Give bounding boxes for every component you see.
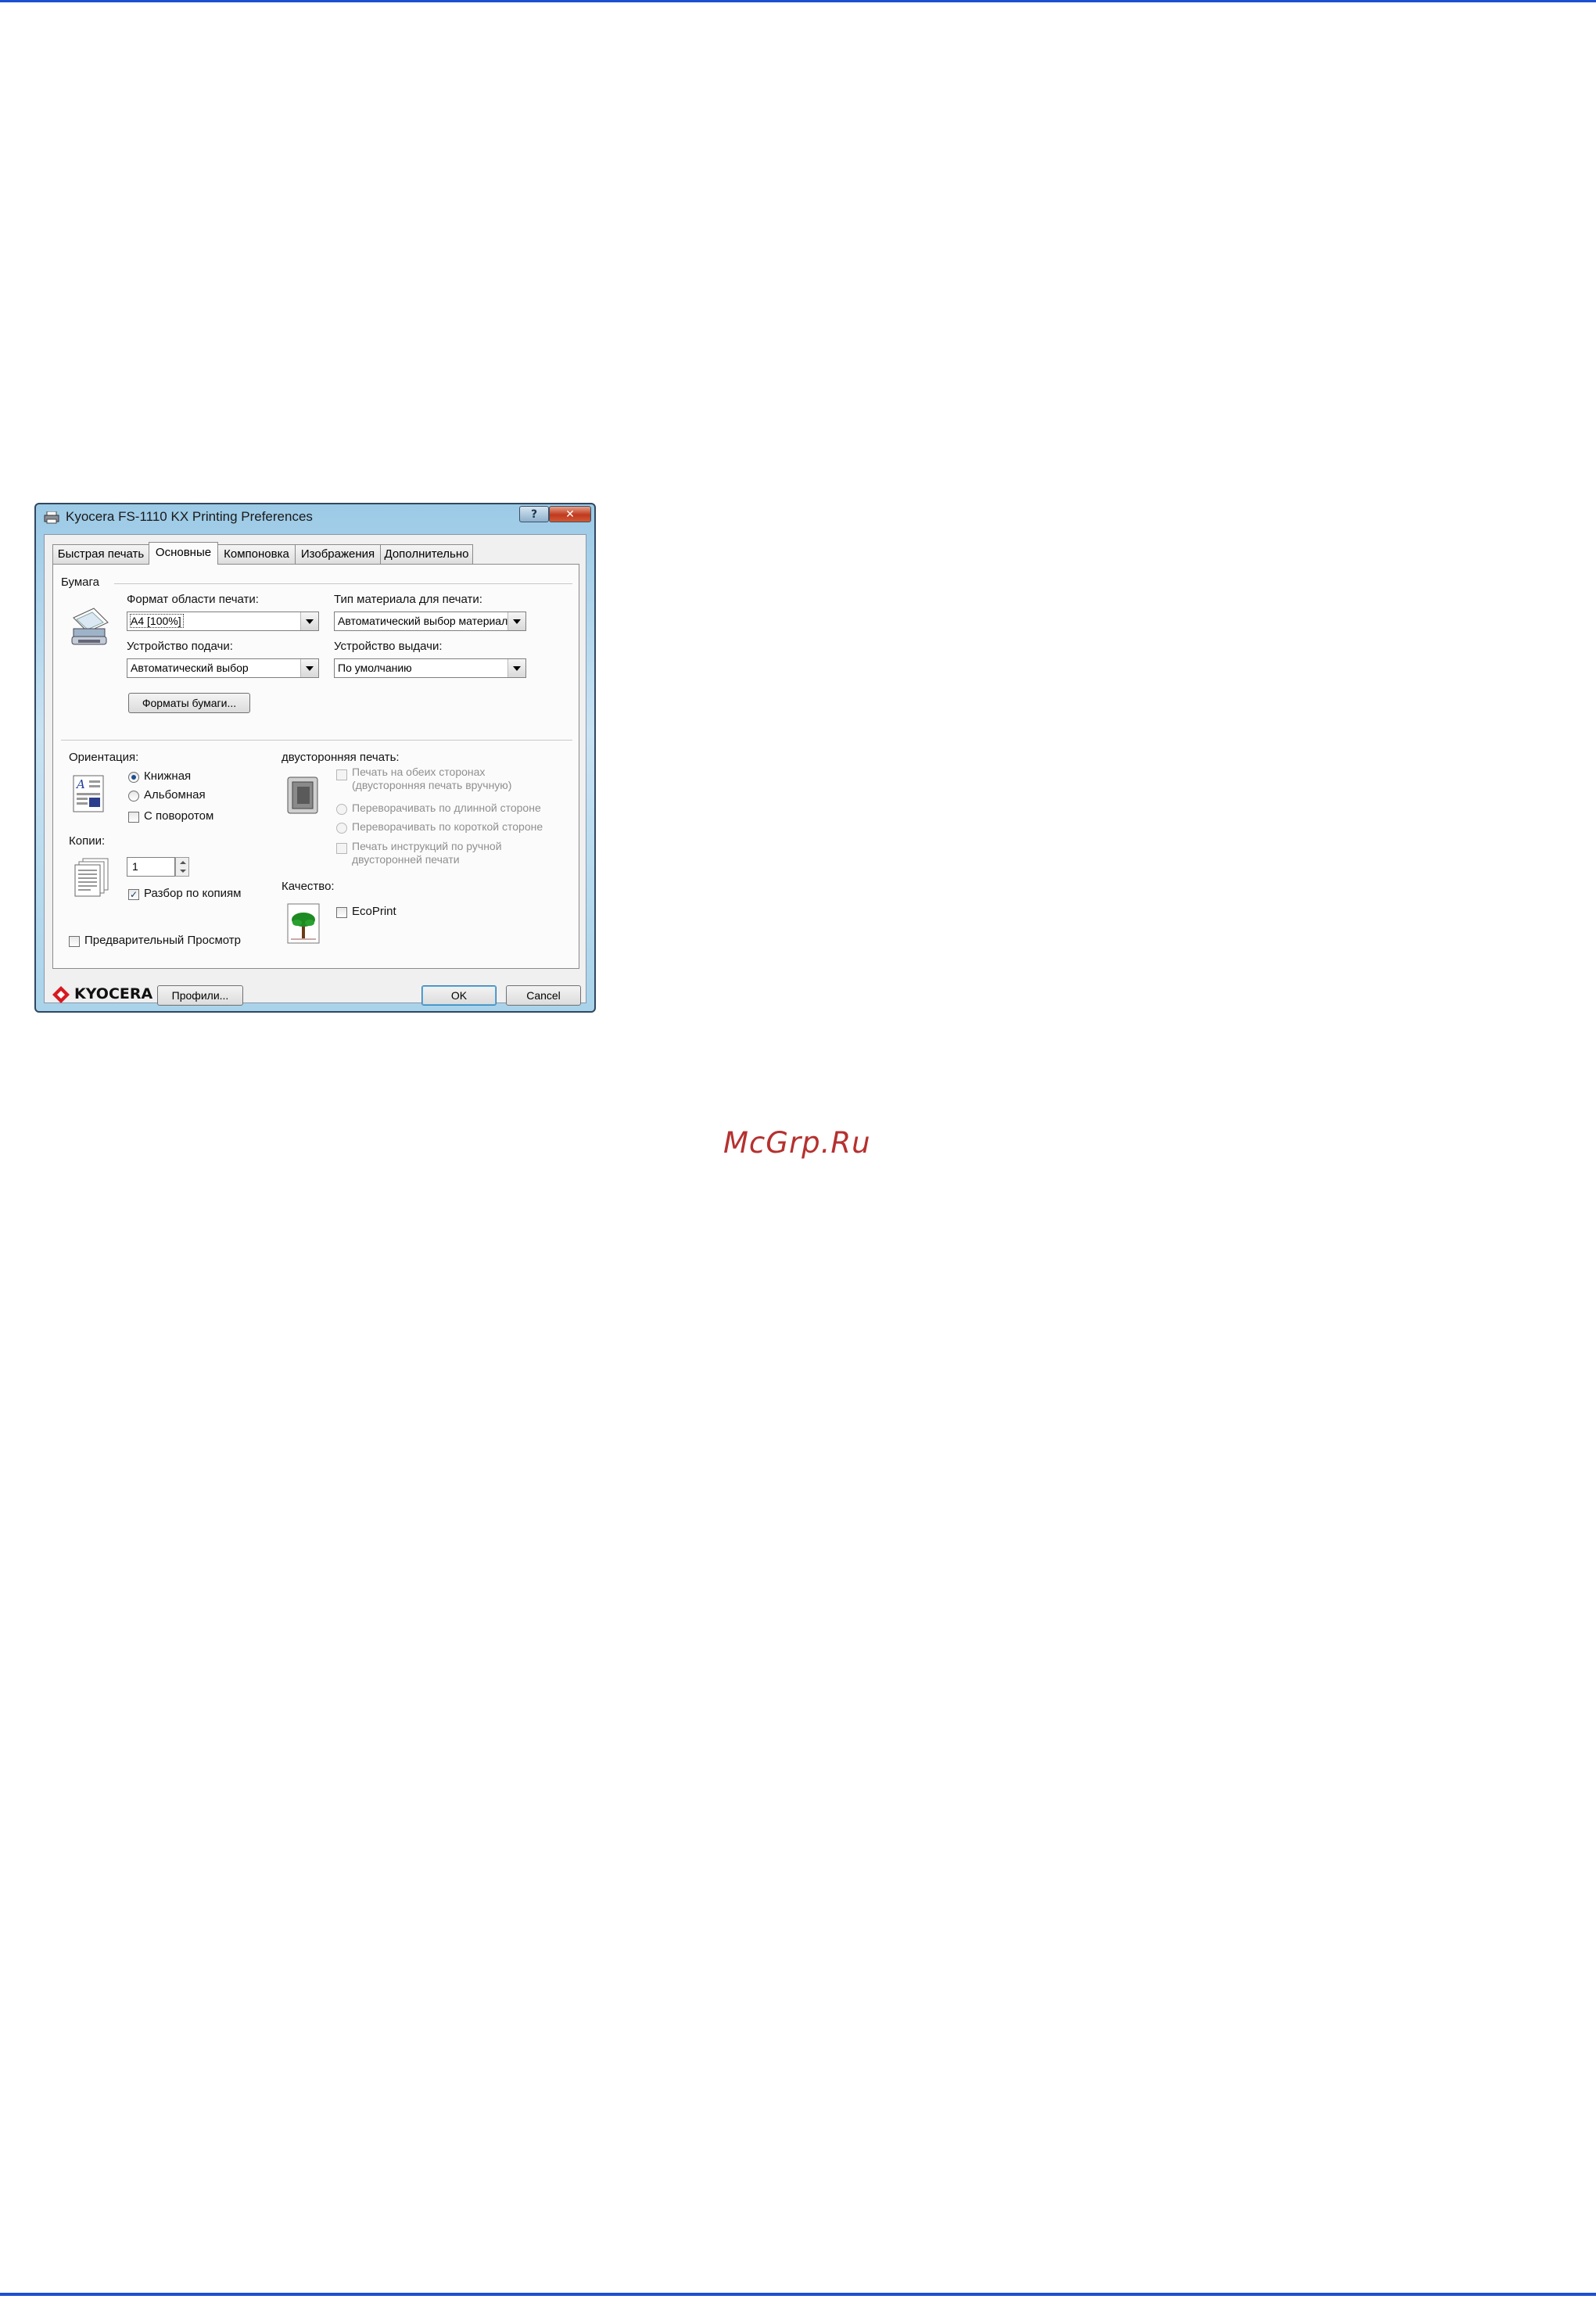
ok-button[interactable]: OK [421, 985, 497, 1006]
collate-label[interactable]: Разбор по копиям [144, 887, 241, 900]
flip-short-label: Переворачивать по короткой стороне [352, 820, 543, 833]
dialog-client-area: Быстрая печать Основные Компоновка Изобр… [44, 534, 586, 1006]
media-type-label: Тип материала для печати: [334, 593, 482, 606]
orientation-label: Ориентация: [69, 751, 139, 764]
manual-duplex-line1: Печать на обеих сторонах [352, 766, 486, 778]
cancel-button[interactable]: Cancel [506, 985, 581, 1006]
help-button[interactable]: ? [519, 506, 549, 522]
window-title: Kyocera FS-1110 KX Printing Preferences [66, 509, 313, 524]
duplex-instructions-line2: двусторонней печати [352, 853, 460, 866]
tab-quick-print[interactable]: Быстрая печать [52, 544, 149, 564]
portrait-radio[interactable] [128, 772, 139, 783]
copies-label: Копии: [69, 834, 106, 848]
quality-label: Качество: [282, 880, 335, 893]
chevron-down-icon[interactable] [300, 612, 318, 630]
profiles-button[interactable]: Профили... [157, 985, 243, 1006]
flip-long-label: Переворачивать по длинной стороне [352, 802, 541, 814]
kyocera-logo-icon [52, 986, 70, 1003]
page-bottom-rule [0, 2293, 1596, 2296]
media-type-value: Автоматический выбор материала [338, 615, 515, 627]
tab-layout[interactable]: Компоновка [217, 544, 296, 564]
print-size-value: A4 [100%] [130, 614, 184, 628]
paper-group-divider [114, 583, 572, 584]
ecoprint-checkbox[interactable] [336, 907, 347, 918]
collate-checkbox[interactable]: ✓ [128, 889, 139, 900]
copies-stack-icon [74, 858, 109, 897]
copies-input[interactable]: 1 [127, 857, 175, 877]
kyocera-logo: KYOCERA [52, 984, 152, 1006]
close-button[interactable]: ✕ [549, 506, 591, 522]
paper-printer-icon [71, 608, 109, 645]
duplex-instructions-checkbox[interactable] [336, 843, 347, 854]
chevron-down-icon[interactable] [300, 659, 318, 677]
preview-checkbox[interactable] [69, 936, 80, 947]
duplex-instructions-line1: Печать инструкций по ручной [352, 840, 502, 852]
output-tray-dropdown[interactable]: По умолчанию [334, 658, 526, 678]
landscape-radio[interactable] [128, 791, 139, 802]
ecoprint-tree-icon [287, 903, 320, 944]
printer-icon [44, 511, 59, 524]
print-size-label: Формат области печати: [127, 593, 259, 606]
landscape-label[interactable]: Альбомная [144, 788, 206, 802]
flip-long-radio[interactable] [336, 804, 347, 815]
section-divider [61, 740, 572, 741]
paper-source-value: Автоматический выбор [131, 662, 249, 674]
media-type-dropdown[interactable]: Автоматический выбор материала [334, 612, 526, 631]
tab-advanced[interactable]: Дополнительно [380, 544, 473, 564]
output-tray-label: Устройство выдачи: [334, 640, 443, 653]
portrait-label[interactable]: Книжная [144, 769, 191, 783]
flip-short-radio[interactable] [336, 823, 347, 834]
paper-sizes-button[interactable]: Форматы бумаги... [128, 693, 250, 713]
chevron-down-icon[interactable] [507, 612, 525, 630]
output-tray-value: По умолчанию [338, 662, 412, 674]
tab-basic[interactable]: Основные [149, 542, 218, 565]
printing-preferences-dialog: Kyocera FS-1110 KX Printing Preferences … [34, 503, 596, 1013]
paper-group-label: Бумага [61, 576, 99, 589]
kyocera-wordmark: KYOCERA [74, 985, 153, 1002]
copies-stepper[interactable] [175, 857, 189, 877]
paper-source-dropdown[interactable]: Автоматический выбор [127, 658, 319, 678]
print-size-dropdown[interactable]: A4 [100%] [127, 612, 319, 631]
page-top-rule [0, 0, 1596, 2]
tab-imaging[interactable]: Изображения [295, 544, 381, 564]
manual-duplex-line2: (двусторонняя печать вручную) [352, 779, 512, 791]
duplex-label: двусторонняя печать: [282, 751, 400, 764]
chevron-down-icon[interactable] [507, 659, 525, 677]
basic-tab-panel: Бумага Формат области печати: A4 [100%] … [52, 564, 579, 969]
svg-text:A: A [75, 777, 85, 791]
ecoprint-label[interactable]: EcoPrint [352, 905, 396, 918]
portrait-page-icon: A [73, 775, 104, 812]
watermark-text: McGrp.Ru [723, 1126, 871, 1160]
manual-duplex-checkbox[interactable] [336, 769, 347, 780]
duplex-printer-icon [287, 776, 318, 814]
paper-source-label: Устройство подачи: [127, 640, 233, 653]
preview-label[interactable]: Предварительный Просмотр [84, 934, 241, 947]
title-bar[interactable]: Kyocera FS-1110 KX Printing Preferences … [36, 504, 594, 529]
rotated-checkbox[interactable] [128, 812, 139, 823]
rotated-label[interactable]: С поворотом [144, 809, 213, 823]
